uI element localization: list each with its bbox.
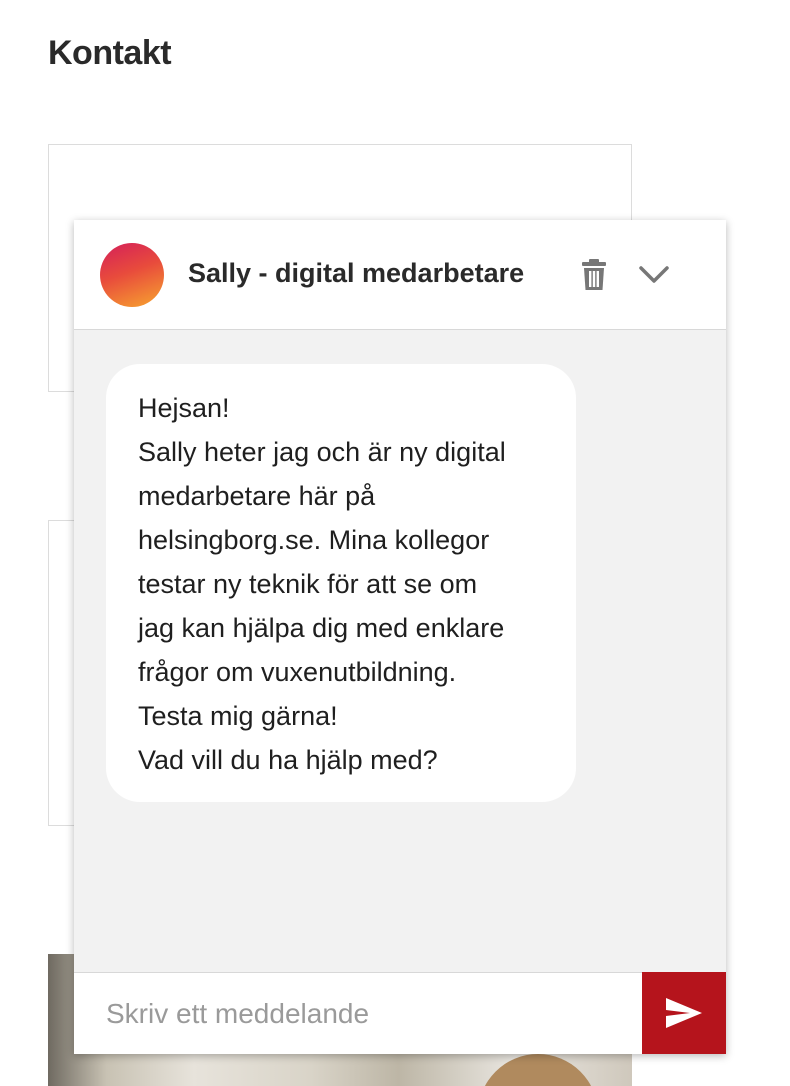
send-button[interactable] — [642, 972, 726, 1054]
message-line: Testa mig gärna! — [138, 701, 338, 731]
bot-name: Sally - digital medarbetare — [188, 258, 525, 288]
minimize-chat-button[interactable] — [632, 253, 676, 297]
message-line: frågor om vuxenutbildning. — [138, 657, 457, 687]
trash-icon — [582, 259, 606, 290]
chevron-down-icon — [639, 266, 669, 283]
bot-avatar — [100, 243, 164, 307]
message-line: helsingborg.se. Mina kollegor — [138, 525, 490, 555]
message-line: jag kan hjälpa dig med enklare — [138, 613, 505, 643]
chat-widget: Sally - digital medarbetare Hejsan! Sall… — [74, 220, 726, 1054]
bot-message-bubble: Hejsan! Sally heter jag och är ny digita… — [106, 364, 576, 802]
send-icon — [666, 998, 702, 1028]
message-line: testar ny teknik för att se om — [138, 569, 478, 599]
message-line: Hejsan! — [138, 393, 230, 423]
message-line: medarbetare här på — [138, 481, 376, 511]
page-title: Kontakt — [48, 34, 172, 72]
message-line: Vad vill du ha hjälp med? — [138, 745, 438, 775]
chat-header: Sally - digital medarbetare — [74, 220, 726, 330]
message-input-bar — [74, 972, 726, 1054]
clear-chat-button[interactable] — [572, 253, 616, 297]
message-line: Sally heter jag och är ny digital — [138, 437, 506, 467]
message-input[interactable] — [74, 973, 642, 1054]
